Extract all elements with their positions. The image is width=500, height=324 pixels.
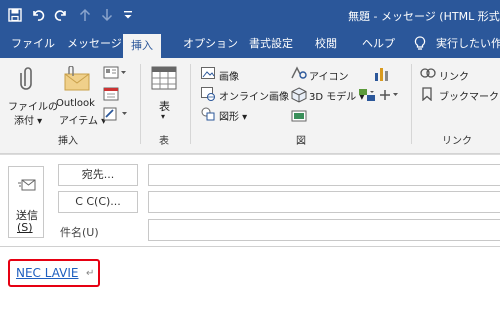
- bookmark-label[interactable]: ブックマーク: [439, 88, 499, 103]
- to-field[interactable]: [148, 164, 500, 186]
- calendar-icon[interactable]: [103, 86, 119, 105]
- models-3d-label[interactable]: 3D モデル ▾: [309, 88, 364, 103]
- undo-icon[interactable]: [29, 6, 47, 24]
- group-illustrations-label: 図: [296, 136, 306, 147]
- picture-icon[interactable]: [201, 67, 215, 82]
- cc-button[interactable]: C C(C)...: [58, 191, 138, 213]
- send-envelope-icon: [18, 179, 36, 191]
- tab-help[interactable]: ヘルプ: [362, 30, 395, 58]
- cube-3d-icon[interactable]: [291, 87, 307, 106]
- outlook-item-icon[interactable]: [63, 65, 91, 95]
- tab-format-text[interactable]: 書式設定: [249, 30, 293, 58]
- paragraph-mark: ↵: [86, 268, 95, 279]
- send-button[interactable]: 送信 (S): [8, 166, 44, 238]
- shapes-label[interactable]: 図形 ▾: [219, 108, 247, 123]
- group-links-label: リンク: [442, 136, 472, 147]
- shapes-icon[interactable]: [201, 107, 215, 124]
- chevron-down-icon[interactable]: ▾: [161, 112, 165, 121]
- down-arrow-icon[interactable]: [98, 6, 116, 24]
- subject-field[interactable]: [148, 219, 500, 241]
- online-pictures-icon[interactable]: [201, 87, 215, 104]
- picture-label[interactable]: 画像: [219, 68, 239, 83]
- send-shortcut-label: (S): [17, 221, 33, 234]
- group-separator: [411, 64, 412, 144]
- smartart-icon[interactable]: [358, 88, 376, 105]
- tab-options[interactable]: オプション: [183, 30, 238, 58]
- link-icon[interactable]: [420, 67, 436, 82]
- chart-icon[interactable]: [373, 66, 389, 85]
- icons-icon[interactable]: [291, 66, 307, 83]
- tell-me-search[interactable]: 実行したい作: [436, 30, 500, 58]
- title-bar: 無題 - メッセージ (HTML 形式): [0, 0, 500, 30]
- customize-quick-access-icon[interactable]: [119, 6, 137, 24]
- tab-message[interactable]: メッセージ: [67, 30, 122, 58]
- lightbulb-icon[interactable]: [414, 30, 428, 58]
- attach-file-label-2[interactable]: 添付 ▾: [14, 112, 42, 127]
- outlook-item-label-1[interactable]: Outlook: [56, 98, 95, 109]
- link-label[interactable]: リンク: [439, 68, 469, 83]
- online-pictures-label[interactable]: オンライン画像: [219, 88, 289, 103]
- window-title: 無題 - メッセージ (HTML 形式): [348, 10, 500, 23]
- ribbon-insert: ファイルの 添付 ▾ Outlook アイテム ▾ 挿入 表 ▾ 表 画像 オン…: [0, 58, 500, 154]
- icons-label[interactable]: アイコン: [309, 68, 349, 83]
- bookmark-icon[interactable]: [421, 87, 433, 104]
- signature-icon[interactable]: [103, 106, 131, 125]
- paperclip-icon[interactable]: [20, 64, 36, 95]
- tab-review[interactable]: 校閲: [315, 30, 337, 58]
- group-separator: [140, 64, 141, 144]
- subject-label: 件名(U): [60, 226, 99, 239]
- cc-field[interactable]: [148, 191, 500, 213]
- save-icon[interactable]: [6, 6, 24, 24]
- business-card-icon[interactable]: [103, 66, 127, 83]
- outlook-item-label-2[interactable]: アイテム ▾: [59, 112, 106, 127]
- message-header: 送信 (S) 宛先... C C(C)... 件名(U): [0, 154, 500, 246]
- ribbon-tab-bar: ファイル メッセージ 挿入 オプション 書式設定 校閲 ヘルプ 実行したい作: [0, 30, 500, 58]
- tab-file[interactable]: ファイル: [11, 30, 55, 58]
- attach-file-label-1[interactable]: ファイルの: [8, 98, 58, 113]
- message-body[interactable]: NEC LAVIE ↵: [0, 246, 500, 324]
- hyperlink-text[interactable]: NEC LAVIE: [16, 266, 78, 280]
- group-table-label: 表: [159, 136, 169, 147]
- redo-icon[interactable]: [52, 6, 70, 24]
- group-insert-label: 挿入: [58, 136, 78, 147]
- up-arrow-icon[interactable]: [76, 6, 94, 24]
- add-icon-dropdown[interactable]: [380, 88, 400, 105]
- to-button[interactable]: 宛先...: [58, 164, 138, 186]
- tab-insert[interactable]: 挿入: [123, 34, 161, 58]
- screenshot-icon[interactable]: [291, 108, 307, 127]
- table-icon[interactable]: [151, 66, 177, 93]
- group-separator: [190, 64, 191, 144]
